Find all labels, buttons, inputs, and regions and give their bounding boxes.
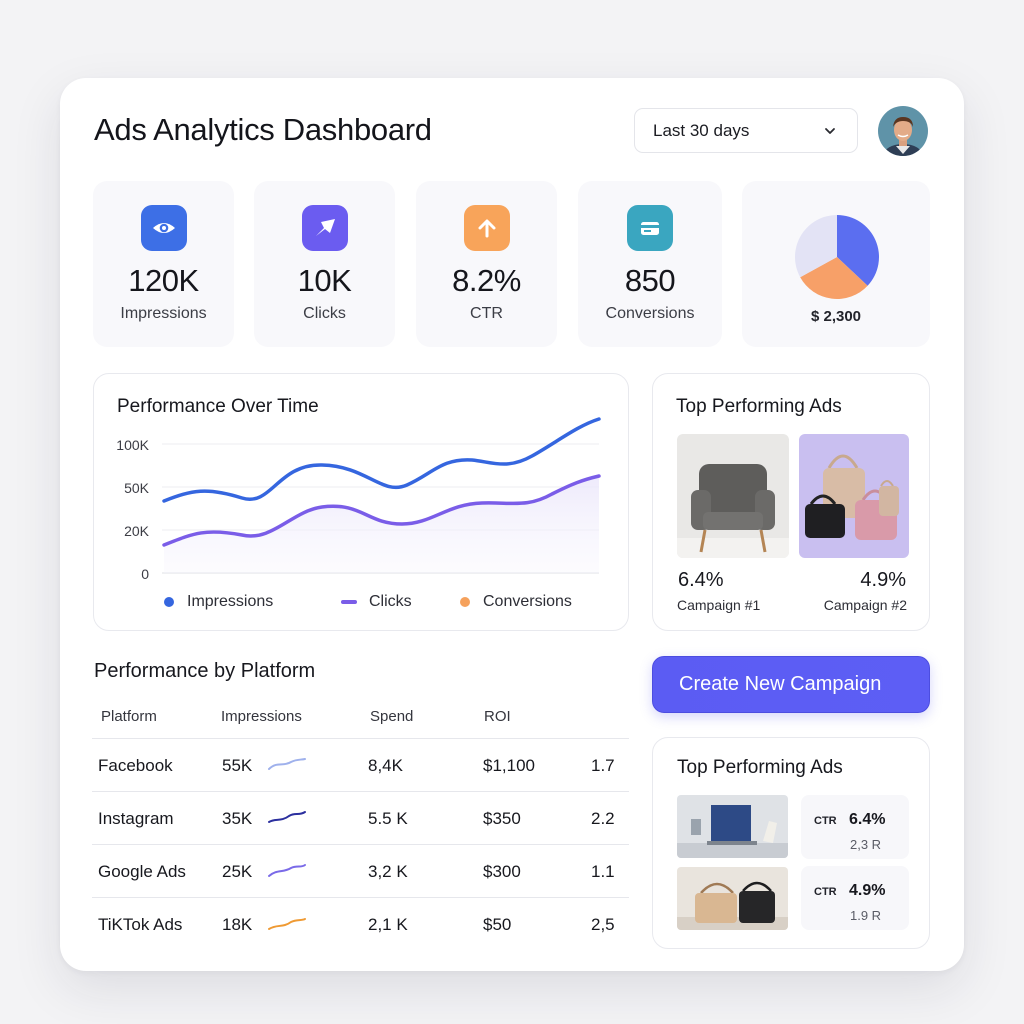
date-range-value: Last 30 days	[653, 120, 750, 140]
ctr-label: CTR	[814, 886, 837, 898]
cell-platform: Google Ads	[98, 862, 186, 881]
kpi-value: 10K	[297, 263, 352, 298]
cell-platform: Instagram	[98, 809, 174, 828]
y-tick: 0	[141, 566, 149, 582]
table-row[interactable]: Facebook 55K 8,4K $1,100 1.7	[92, 738, 629, 791]
legend-clicks: Clicks	[341, 593, 412, 611]
cell-impressions: 25K	[222, 862, 253, 881]
kpi-value: 850	[624, 263, 676, 298]
cell-roi: $350	[483, 809, 521, 828]
top-ads-title: Top Performing Ads	[676, 396, 842, 417]
ctr-value: 4.9%	[849, 882, 886, 899]
top-ads-list-title: Top Performing Ads	[677, 757, 843, 778]
cell-ratio: 2.2	[591, 809, 615, 828]
kpi-conversions: 850 Conversions	[578, 181, 722, 347]
cell-spend: 2,1 K	[368, 915, 408, 934]
th-roi: ROI	[484, 708, 511, 725]
y-tick: 20K	[124, 523, 149, 539]
th-spend: Spend	[370, 708, 414, 725]
kpi-label: Impressions	[120, 305, 207, 322]
legend-label: Clicks	[369, 593, 412, 610]
cursor-click-icon	[301, 205, 348, 251]
impressions-line	[162, 417, 601, 503]
kpi-impressions: 120K Impressions	[93, 181, 234, 347]
ctr-sub: 1.9 R	[850, 908, 882, 923]
ad-campaign: Campaign #2	[823, 597, 907, 613]
sparkline	[268, 918, 306, 930]
ad-thumbnail[interactable]	[677, 795, 788, 858]
handbags-image[interactable]	[799, 434, 909, 558]
ctr-label: CTR	[814, 815, 837, 827]
legend-label: Conversions	[483, 593, 572, 610]
dashboard-card: Ads Analytics Dashboard Last 30 days 120…	[60, 78, 964, 971]
ctr-box: CTR 4.9% 1.9 R	[801, 866, 909, 930]
cell-platform: TiKTok Ads	[98, 915, 183, 934]
line-chart	[162, 417, 601, 574]
arrow-up-icon	[463, 205, 510, 251]
spend-pie-chart	[795, 215, 879, 299]
cell-platform: Facebook	[98, 756, 173, 775]
ctr-sub: 2,3 R	[850, 837, 882, 852]
ad-ctr: 4.9%	[860, 569, 906, 591]
ctr-value: 6.4%	[849, 811, 886, 828]
legend-conversions: Conversions	[460, 593, 572, 611]
top-ads-list-panel: Top Performing Ads CTR 6.4% 2,3 R CTR 4.…	[652, 737, 930, 949]
spend-pie-card: $ 2,300	[742, 181, 930, 347]
spend-amount: $ 2,300	[810, 308, 862, 325]
th-impressions: Impressions	[221, 708, 302, 725]
table-row[interactable]: TiKTok Ads 18K 2,1 K $50 2,5	[92, 897, 629, 950]
cell-impressions: 55K	[222, 756, 253, 775]
cell-ratio: 1.1	[591, 862, 615, 881]
y-tick: 100K	[116, 437, 149, 453]
ad-campaign: Campaign #1	[677, 597, 761, 613]
top-ads-panel: Top Performing Ads 6.4% Campaign #1 4.9%…	[652, 373, 930, 631]
ad-thumbnail[interactable]	[677, 867, 788, 930]
cell-roi: $50	[483, 915, 512, 934]
eye-icon	[140, 205, 187, 251]
page-title: Ads Analytics Dashboard	[94, 112, 432, 147]
date-range-select[interactable]: Last 30 days	[634, 108, 858, 153]
legend-impressions: Impressions	[164, 593, 273, 611]
kpi-value: 120K	[128, 263, 199, 298]
kpi-ctr: 8.2% CTR	[416, 181, 557, 347]
legend-label: Impressions	[187, 593, 274, 610]
cell-spend: 8,4K	[368, 756, 403, 775]
ctr-box: CTR 6.4% 2,3 R	[801, 795, 909, 859]
cell-roi: $300	[483, 862, 521, 881]
sparkline	[268, 811, 306, 823]
legend-dot	[460, 597, 470, 607]
legend-dot	[164, 597, 174, 607]
armchair-image[interactable]	[677, 434, 789, 558]
clicks-area	[164, 476, 599, 573]
kpi-label: Conversions	[605, 305, 695, 322]
kpi-value: 8.2%	[452, 263, 521, 298]
chevron-down-icon	[825, 127, 835, 134]
kpi-clicks: 10K Clicks	[254, 181, 395, 347]
cell-ratio: 2,5	[591, 915, 615, 934]
table-row[interactable]: Instagram 35K 5.5 K $350 2.2	[92, 791, 629, 844]
user-avatar[interactable]	[878, 106, 928, 156]
ad-ctr: 6.4%	[678, 569, 724, 591]
y-tick: 50K	[124, 480, 149, 496]
cell-roi: $1,100	[483, 756, 535, 775]
cell-impressions: 18K	[222, 915, 253, 934]
platform-table-title: Performance by Platform	[94, 660, 316, 682]
cell-spend: 3,2 K	[368, 862, 408, 881]
kpi-label: Clicks	[303, 305, 346, 322]
cell-ratio: 1.7	[591, 756, 615, 775]
performance-chart-panel: Performance Over Time 100K 50K 20K 0 Imp…	[93, 373, 629, 631]
th-platform: Platform	[101, 708, 157, 725]
sparkline	[268, 758, 306, 770]
cell-impressions: 35K	[222, 809, 253, 828]
cell-spend: 5.5 K	[368, 809, 408, 828]
sparkline	[268, 864, 306, 877]
kpi-label: CTR	[470, 305, 503, 322]
create-campaign-button[interactable]: Create New Campaign	[652, 656, 930, 713]
table-row[interactable]: Google Ads 25K 3,2 K $300 1.1	[92, 844, 629, 897]
wallet-icon	[627, 205, 673, 251]
legend-dash	[341, 600, 357, 604]
